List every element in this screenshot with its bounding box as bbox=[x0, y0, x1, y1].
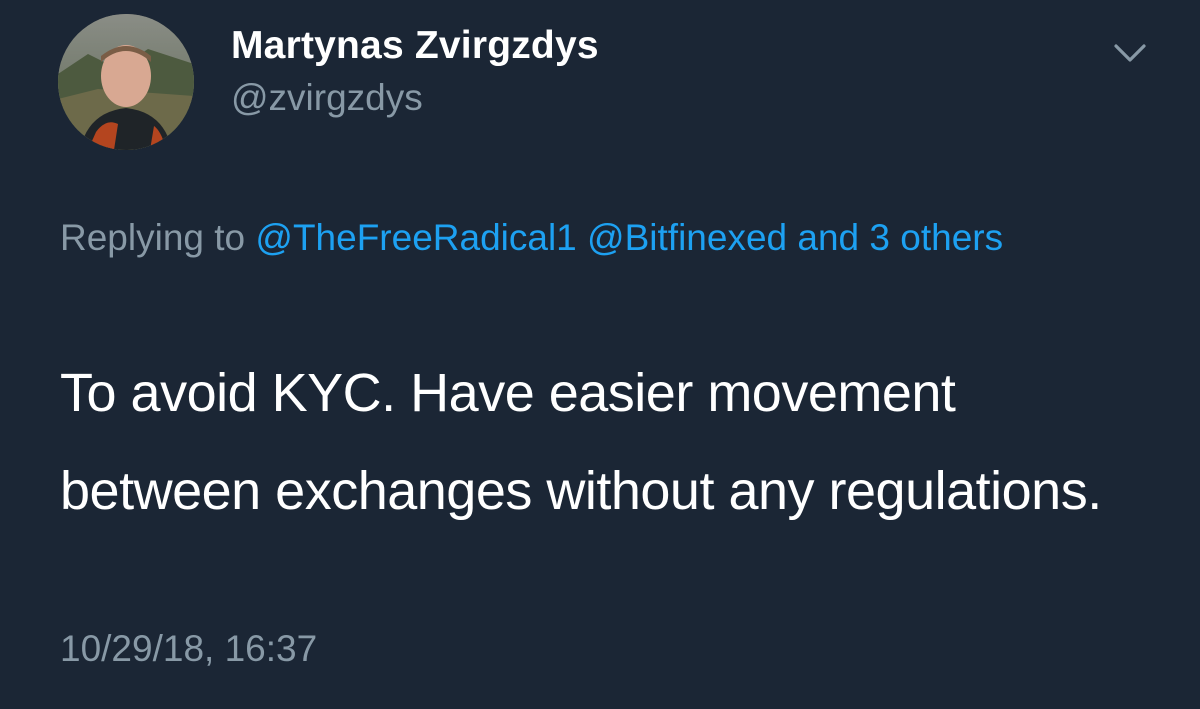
avatar[interactable] bbox=[58, 14, 194, 150]
author-handle[interactable]: @zvirgzdys bbox=[231, 77, 423, 119]
tweet-card: Martynas Zvirgzdys @zvirgzdys Replying t… bbox=[0, 0, 1200, 709]
tweet-text: To avoid KYC. Have easier movement betwe… bbox=[60, 363, 1102, 521]
others-link[interactable]: and 3 others bbox=[797, 217, 1003, 258]
reply-prefix: Replying to bbox=[60, 217, 246, 258]
reply-context: Replying to @TheFreeRadical1 @Bitfinexed… bbox=[60, 207, 1110, 268]
mention-link[interactable]: @Bitfinexed bbox=[587, 217, 787, 258]
mention-link[interactable]: @TheFreeRadical1 bbox=[255, 217, 576, 258]
avatar-photo bbox=[58, 14, 194, 150]
tweet-timestamp[interactable]: 10/29/18, 16:37 bbox=[60, 628, 317, 670]
chevron-down-icon[interactable] bbox=[1110, 36, 1150, 70]
author-display-name[interactable]: Martynas Zvirgzdys bbox=[231, 24, 599, 68]
